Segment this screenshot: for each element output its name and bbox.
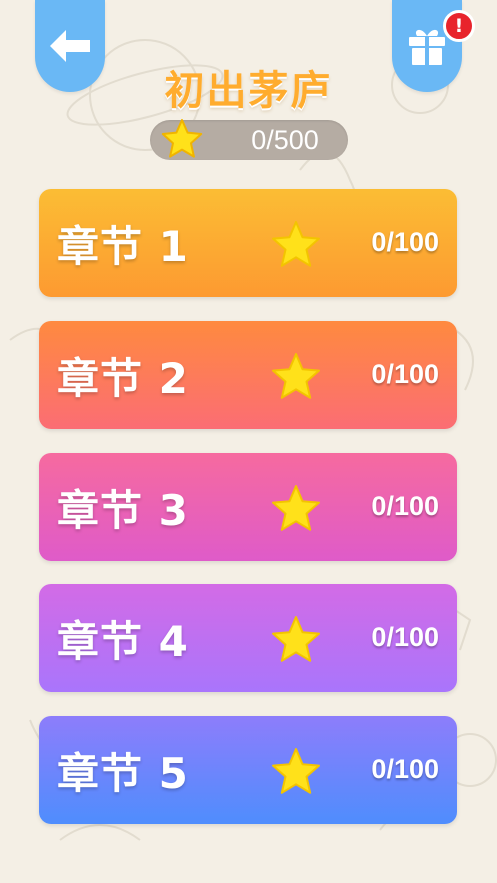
- star-icon: [272, 353, 320, 399]
- star-icon: [161, 119, 203, 158]
- notification-badge: !: [443, 10, 475, 42]
- star-icon: [272, 221, 320, 267]
- chapter-label: 章节 1: [57, 222, 189, 271]
- chapter-label: 章节 3: [57, 486, 189, 535]
- chapter-score: 0/100: [371, 622, 439, 652]
- chapter-card-5[interactable]: 章节 5 0/100: [39, 716, 457, 824]
- chapter-card-3[interactable]: 章节 3 0/100: [39, 453, 457, 561]
- chapter-card-1[interactable]: 章节 1 0/100: [39, 189, 457, 297]
- star-icon: [272, 616, 320, 662]
- chapter-score: 0/100: [371, 359, 439, 389]
- chapter-label: 章节 4: [57, 617, 189, 666]
- page-title: 初出茅庐: [164, 68, 333, 114]
- total-score-text: 0/500: [251, 125, 319, 155]
- chapter-label: 章节 5: [57, 749, 189, 798]
- chapter-label: 章节 2: [57, 354, 189, 403]
- chapter-score: 0/100: [371, 227, 439, 257]
- chapter-score: 0/100: [371, 754, 439, 784]
- chapter-card-2[interactable]: 章节 2 0/100: [39, 321, 457, 429]
- chapter-card-4[interactable]: 章节 4 0/100: [39, 584, 457, 692]
- chapter-score: 0/100: [371, 491, 439, 521]
- star-icon: [272, 485, 320, 531]
- star-icon: [272, 748, 320, 794]
